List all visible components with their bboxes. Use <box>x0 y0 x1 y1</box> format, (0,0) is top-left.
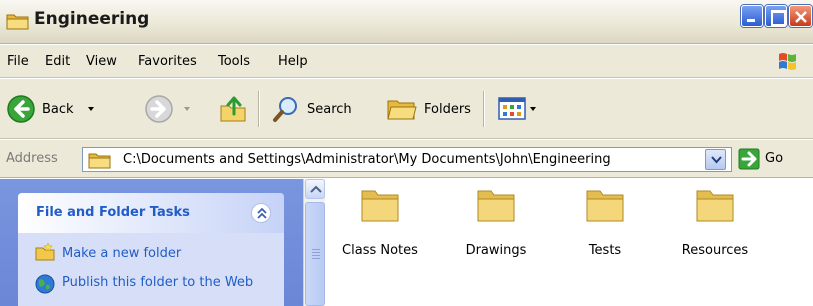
folder-icon <box>358 185 402 228</box>
scroll-grip <box>312 252 320 253</box>
folder-icon <box>693 185 737 228</box>
address-bar: Address C:\Documents and Settings\Admini… <box>0 140 813 178</box>
folder-label: Tests <box>588 243 622 258</box>
menu-view[interactable]: View <box>86 54 117 69</box>
search-button[interactable]: Search <box>271 93 352 125</box>
up-folder-icon <box>220 96 246 122</box>
windows-logo-icon <box>777 51 799 74</box>
chevron-up-icon <box>310 185 322 193</box>
back-label: Back <box>42 101 74 117</box>
task-panel-title: File and Folder Tasks <box>36 205 190 220</box>
up-folder-button[interactable] <box>218 93 250 125</box>
search-label: Search <box>307 101 352 117</box>
back-button[interactable]: Back <box>6 93 94 125</box>
folder-icon <box>583 185 627 228</box>
scroll-grip <box>312 249 320 250</box>
toolbar: Back Search Folders <box>0 79 813 139</box>
close-icon <box>795 11 807 23</box>
menu-help[interactable]: Help <box>278 54 308 69</box>
window-title: Engineering <box>34 9 150 29</box>
folders-button[interactable]: Folders <box>386 93 471 125</box>
scroll-up-button[interactable] <box>305 179 325 199</box>
folder-item-resources[interactable]: Resources <box>660 185 770 275</box>
maximize-button[interactable] <box>765 5 787 27</box>
vertical-scrollbar[interactable] <box>303 179 325 306</box>
folder-item-tests[interactable]: Tests <box>550 185 660 275</box>
menu-tools[interactable]: Tools <box>218 54 250 69</box>
chevron-down-icon[interactable] <box>87 107 94 111</box>
address-path: C:\Documents and Settings\Administrator\… <box>123 152 611 167</box>
file-list-view: Class Notes Drawings Tests Resources <box>325 179 813 306</box>
folder-item-drawings[interactable]: Drawings <box>441 185 551 275</box>
chevron-down-icon <box>711 156 722 164</box>
folder-label: Drawings <box>465 243 527 258</box>
minimize-button[interactable] <box>741 5 763 27</box>
publish-folder-link[interactable]: Publish this folder to the Web <box>62 275 262 290</box>
close-button[interactable] <box>789 5 812 27</box>
chevron-down-icon[interactable] <box>184 107 190 111</box>
make-new-folder-link[interactable]: Make a new folder <box>62 246 181 261</box>
task-pane: File and Folder Tasks Make a new folder … <box>0 179 303 306</box>
menu-file[interactable]: File <box>7 54 29 69</box>
folders-label: Folders <box>424 101 471 117</box>
double-chevron-up-icon <box>257 207 267 219</box>
folder-icon <box>88 152 112 172</box>
scroll-grip <box>312 258 320 259</box>
scroll-grip <box>312 255 320 256</box>
back-arrow-icon <box>7 95 35 123</box>
views-button[interactable] <box>498 93 536 125</box>
views-icon <box>498 97 526 120</box>
task-panel-header[interactable]: File and Folder Tasks <box>18 193 284 233</box>
forward-button[interactable] <box>144 93 190 125</box>
folder-icon <box>6 11 30 34</box>
go-arrow-icon <box>738 148 760 170</box>
folder-label: Resources <box>681 243 749 258</box>
folder-item-class-notes[interactable]: Class Notes <box>325 185 435 275</box>
chevron-down-icon[interactable] <box>530 107 536 111</box>
scroll-thumb[interactable] <box>305 202 325 306</box>
address-label: Address <box>6 151 58 166</box>
menu-favorites[interactable]: Favorites <box>138 54 197 69</box>
go-button[interactable] <box>738 148 760 170</box>
title-bar[interactable]: Engineering <box>0 0 813 44</box>
toolbar-separator <box>258 91 259 127</box>
address-dropdown-button[interactable] <box>705 149 726 170</box>
address-field[interactable]: C:\Documents and Settings\Administrator\… <box>82 147 732 172</box>
folders-icon <box>387 100 417 120</box>
file-folder-tasks-panel: File and Folder Tasks Make a new folder … <box>18 193 284 306</box>
folder-label: Class Notes <box>342 243 418 258</box>
new-folder-icon <box>34 242 56 265</box>
search-icon <box>273 97 297 122</box>
menu-bar: File Edit View Favorites Tools Help <box>0 45 813 78</box>
toolbar-separator <box>483 91 484 127</box>
go-label[interactable]: Go <box>765 151 783 166</box>
folder-icon <box>474 185 518 228</box>
menu-edit[interactable]: Edit <box>45 54 70 69</box>
forward-arrow-icon <box>145 95 173 123</box>
publish-web-icon <box>34 273 56 298</box>
collapse-button[interactable] <box>251 203 271 223</box>
